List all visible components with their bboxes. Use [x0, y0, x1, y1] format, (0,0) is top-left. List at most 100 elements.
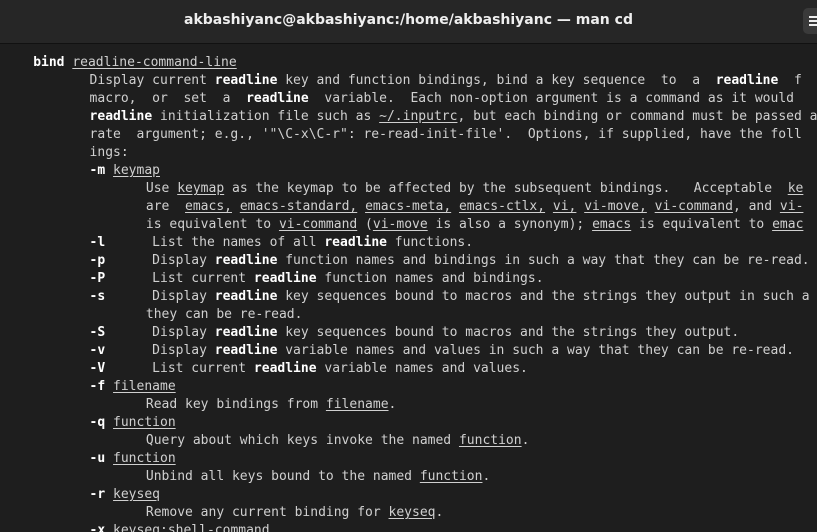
bold-text: bind: [33, 55, 65, 70]
text-segment: [451, 199, 459, 214]
underlined-text: filename: [325, 397, 389, 412]
man-line: -p Display readline function names and b…: [90, 252, 810, 270]
title-bar[interactable]: akbashiyanc@akbashiyanc:/home/akbashiyan…: [0, 0, 817, 44]
text-segment: Read key bindings from: [145, 397, 326, 412]
text-segment: [105, 415, 113, 430]
underlined-text: emacs,: [185, 199, 232, 214]
text-segment: ings:: [89, 145, 129, 160]
bold-text: -x: [89, 523, 106, 532]
text-segment: functions.: [386, 235, 474, 250]
man-line: -f filename: [90, 378, 176, 396]
man-line: bind readline-command-line: [33, 54, 237, 72]
man-line: -m keymap: [90, 162, 160, 180]
text-segment: .: [482, 469, 491, 484]
underlined-text: vi-move,: [584, 199, 647, 214]
bold-text: readline: [253, 361, 317, 376]
man-line: Remove any current binding for keyseq.: [146, 504, 443, 522]
underlined-text: vi-command: [278, 217, 358, 232]
bold-text: readline: [214, 325, 278, 340]
underlined-text: keymap: [113, 163, 160, 178]
man-line: -l List the names of all readline functi…: [90, 234, 474, 252]
man-line: -r keyseq: [90, 486, 160, 504]
text-segment: Display: [105, 253, 215, 268]
text-segment: Use: [145, 181, 178, 196]
text-segment: f: [778, 73, 802, 88]
man-line: -V List current readline variable names …: [90, 360, 528, 378]
text-segment: as the keymap to be affected by the subs…: [224, 181, 788, 196]
text-segment: [357, 199, 365, 214]
underlined-text: emacs-standard,: [239, 199, 358, 214]
bold-text: -m: [89, 163, 106, 178]
text-segment: variable names and values.: [316, 361, 528, 376]
man-line: Query about which keys invoke the named …: [146, 432, 530, 450]
man-line: is equivalent to vi-command (vi-move is …: [146, 216, 804, 234]
underlined-text: emacs-ctlx,: [458, 199, 546, 214]
text-segment: Unbind all keys bound to the named: [145, 469, 420, 484]
text-segment: (: [357, 217, 373, 232]
text-segment: [545, 199, 553, 214]
bold-text: -u: [89, 451, 106, 466]
man-line: Display current readline key and functio…: [90, 72, 802, 90]
underlined-text: function: [113, 415, 176, 430]
bold-text: readline: [214, 289, 278, 304]
man-line: ings:: [90, 144, 129, 162]
window-title: akbashiyanc@akbashiyanc:/home/akbashiyan…: [184, 12, 633, 28]
text-segment: key and function bindings, bind a key se…: [277, 73, 716, 88]
text-segment: [105, 163, 113, 178]
underlined-text: function: [113, 451, 176, 466]
bold-text: -S: [89, 325, 106, 340]
text-segment: [105, 487, 113, 502]
text-segment: variable. Each non-option argument is a …: [308, 91, 794, 106]
text-segment: [232, 199, 240, 214]
bold-text: readline: [214, 73, 278, 88]
text-segment: [105, 451, 113, 466]
man-line: Read key bindings from filename.: [146, 396, 396, 414]
text-segment: function names and bindings in such a wa…: [277, 253, 810, 268]
text-segment: key sequences bound to macros and the st…: [277, 325, 740, 340]
text-segment: function names and bindings.: [316, 271, 544, 286]
underlined-text: ke: [787, 181, 804, 196]
man-line: rate argument; e.g., '"\C-x\C-r": re-rea…: [90, 126, 802, 144]
text-segment: , but each binding or command must be pa…: [457, 109, 817, 124]
underlined-text: ~/.inputrc: [379, 109, 458, 124]
text-segment: [105, 379, 113, 394]
hamburger-menu-icon[interactable]: [803, 8, 817, 34]
man-line: Unbind all keys bound to the named funct…: [146, 468, 490, 486]
underlined-text: keyseq: [113, 487, 160, 502]
underlined-text: emacs: [592, 217, 632, 232]
underlined-text: emacs-meta,: [365, 199, 452, 214]
underlined-text: vi-: [779, 199, 804, 214]
text-segment: , and: [732, 199, 780, 214]
underlined-text: filename: [113, 379, 176, 394]
underlined-text: function: [419, 469, 483, 484]
text-segment: Display: [105, 289, 215, 304]
bold-text: -r: [89, 487, 106, 502]
bold-text: readline: [89, 109, 153, 124]
underlined-text: shell-command: [167, 523, 270, 532]
man-line: -u function: [90, 450, 176, 468]
man-line: readline initialization file such as ~/.…: [90, 108, 817, 126]
text-segment: Query about which keys invoke the named: [145, 433, 459, 448]
man-line: -v Display readline variable names and v…: [90, 342, 794, 360]
text-segment: variable names and values in such a way …: [277, 343, 794, 358]
text-segment: .: [388, 397, 397, 412]
text-segment: [647, 199, 655, 214]
bold-text: readline: [214, 343, 278, 358]
text-segment: initialization file such as: [152, 109, 380, 124]
text-segment: List current: [105, 271, 254, 286]
man-line: -S Display readline key sequences bound …: [90, 324, 740, 342]
text-segment: [105, 523, 113, 532]
text-segment: macro, or set a: [89, 91, 247, 106]
man-line: -P List current readline function names …: [90, 270, 544, 288]
text-segment: List current: [105, 361, 254, 376]
bold-text: readline: [715, 73, 779, 88]
man-line: are emacs, emacs-standard, emacs-meta, e…: [146, 198, 804, 216]
man-line: macro, or set a readline variable. Each …: [90, 90, 794, 108]
terminal-output[interactable]: bind readline-command-line Display curren…: [0, 44, 817, 532]
man-line: -q function: [90, 414, 176, 432]
text-segment: key sequences bound to macros and the st…: [277, 289, 810, 304]
bold-text: -P: [89, 271, 106, 286]
underlined-text: emac: [772, 217, 804, 232]
bold-text: readline: [214, 253, 278, 268]
underlined-text: vi-command: [654, 199, 733, 214]
